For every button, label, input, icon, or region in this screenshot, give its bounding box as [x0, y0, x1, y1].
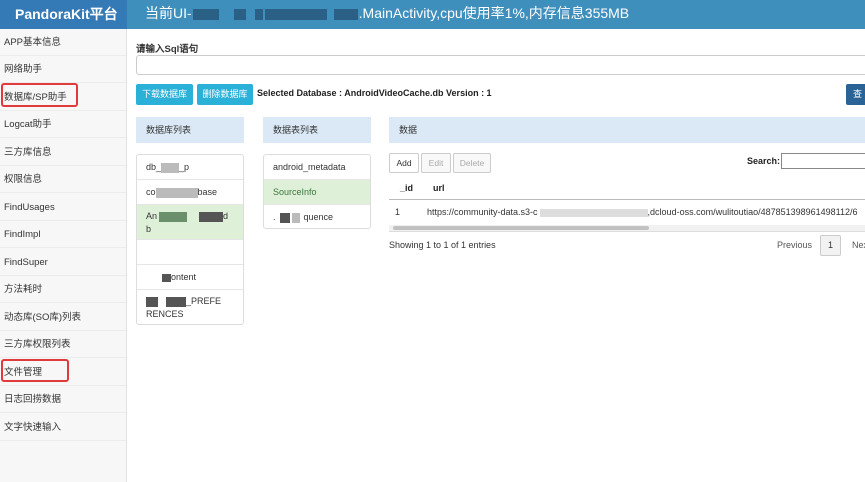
redacted-mask	[264, 8, 327, 20]
redacted-mask	[254, 8, 263, 20]
table-divider	[389, 231, 865, 232]
delete-db-button[interactable]: 删除数据库	[197, 84, 253, 105]
app-brand: PandoraKit平台	[0, 0, 127, 29]
database-list-header: 数据库列表	[136, 117, 244, 143]
url-start: https://community-data.s3-c	[427, 207, 538, 217]
redacted-mask	[279, 212, 290, 223]
cell-url[interactable]: https://community-data.s3-c ,dcloud-oss.c…	[427, 207, 865, 217]
redacted-mask	[161, 162, 180, 173]
search-label: Search:	[747, 156, 781, 166]
db-name-end: d	[223, 211, 229, 221]
list-item[interactable]: android_metadata	[264, 155, 370, 180]
db-name-start: An	[146, 211, 158, 221]
column-header-url[interactable]: url	[433, 183, 445, 193]
url-end: ,dcloud-oss.com/wulitoutiao/487851398961…	[647, 207, 858, 217]
table-list: android_metadata SourceInfo . quence	[263, 154, 371, 229]
list-item[interactable]: ontent	[137, 265, 243, 290]
list-item[interactable]: db_ _p	[137, 155, 243, 180]
sidebar-item-method-timing[interactable]: 方法耗时	[0, 276, 126, 303]
add-button[interactable]: Add	[389, 153, 419, 173]
redacted-mask	[539, 208, 648, 217]
delete-button[interactable]: Delete	[453, 153, 491, 173]
sidebar: APP基本信息 网络助手 数据库/SP助手 Logcat助手 三方库信息 权限信…	[0, 29, 127, 482]
redacted-mask	[166, 296, 186, 307]
database-list: db_ _p co base An d b ontent _PREFE RENCES	[136, 154, 244, 325]
redacted-mask	[146, 296, 158, 307]
query-button[interactable]: 查	[846, 84, 865, 105]
redacted-mask	[159, 211, 188, 222]
next-button[interactable]: Next	[852, 235, 865, 256]
db-name-start: db_	[146, 162, 162, 172]
db-name-start: co	[146, 187, 156, 197]
sidebar-item-find-impl[interactable]: FindImpl	[0, 221, 126, 248]
previous-button[interactable]: Previous	[777, 235, 812, 256]
sidebar-item-third-party-libs[interactable]: 三方库信息	[0, 139, 126, 166]
cell-id[interactable]: 1	[395, 207, 400, 217]
status-prefix: 当前UI-	[145, 5, 192, 21]
sidebar-item-text-input[interactable]: 文字快速输入	[0, 414, 126, 441]
sql-label: 请输入Sql语句	[136, 44, 199, 55]
selected-db-info: Selected Database : AndroidVideoCache.db…	[257, 88, 492, 98]
data-panel-header: 数据	[389, 117, 865, 143]
column-header-id[interactable]: _id	[400, 183, 413, 193]
db-name-end: ontent	[171, 272, 197, 282]
search-input[interactable]	[781, 153, 865, 169]
top-bar: PandoraKit平台 当前UI- .MainActivity,cpu使用率1%…	[0, 0, 865, 29]
list-item[interactable]: _PREFE RENCES	[137, 290, 243, 325]
sidebar-item-so-libs[interactable]: 动态库(SO库)列表	[0, 304, 126, 331]
table-name-end: quence	[303, 212, 334, 222]
db-name-end: base	[197, 187, 218, 197]
page-number-button[interactable]: 1	[820, 235, 841, 256]
highlight-annotation	[1, 83, 78, 107]
db-name-line2: b	[146, 224, 152, 234]
list-item-selected[interactable]: SourceInfo	[264, 180, 370, 205]
sidebar-item-logcat[interactable]: Logcat助手	[0, 111, 126, 138]
edit-button[interactable]: Edit	[421, 153, 451, 173]
table-divider	[389, 199, 865, 200]
sidebar-item-lib-permissions[interactable]: 三方库权限列表	[0, 331, 126, 358]
redacted-mask	[291, 212, 300, 223]
status-suffix: .MainActivity,cpu使用率1%,内存信息355MB	[358, 5, 630, 21]
redacted-mask	[233, 8, 246, 20]
redacted-mask	[155, 187, 198, 198]
sql-input[interactable]	[136, 55, 865, 75]
sidebar-item-app-info[interactable]: APP基本信息	[0, 29, 126, 56]
redacted-mask	[162, 273, 171, 282]
table-list-header: 数据表列表	[263, 117, 371, 143]
download-db-button[interactable]: 下载数据库	[136, 84, 193, 105]
list-item[interactable]: co base	[137, 180, 243, 205]
main-content: 请输入Sql语句 下载数据库 删除数据库 Selected Database :…	[127, 29, 865, 482]
sidebar-item-find-usages[interactable]: FindUsages	[0, 194, 126, 221]
redacted-mask	[333, 8, 358, 20]
sidebar-item-network[interactable]: 网络助手	[0, 56, 126, 83]
list-item[interactable]	[137, 240, 243, 265]
sidebar-item-log-retrieval[interactable]: 日志回捞数据	[0, 386, 126, 413]
redacted-mask	[192, 8, 219, 20]
redacted-mask	[199, 211, 224, 222]
status-text: 当前UI- .MainActivity,cpu使用率1%,内存信息355MB	[145, 0, 629, 29]
list-item[interactable]: . quence	[264, 205, 370, 230]
sidebar-item-find-super[interactable]: FindSuper	[0, 249, 126, 276]
sidebar-item-permissions[interactable]: 权限信息	[0, 166, 126, 193]
scrollbar-thumb[interactable]	[393, 226, 649, 230]
list-item-selected[interactable]: An d b	[137, 205, 243, 240]
db-name-end: _PREFE	[186, 296, 222, 306]
highlight-annotation	[1, 359, 69, 382]
db-name-end: _p	[179, 162, 190, 172]
table-name-start: .	[273, 212, 276, 222]
entries-info: Showing 1 to 1 of 1 entries	[389, 240, 496, 250]
db-name-line2: RENCES	[146, 309, 184, 319]
